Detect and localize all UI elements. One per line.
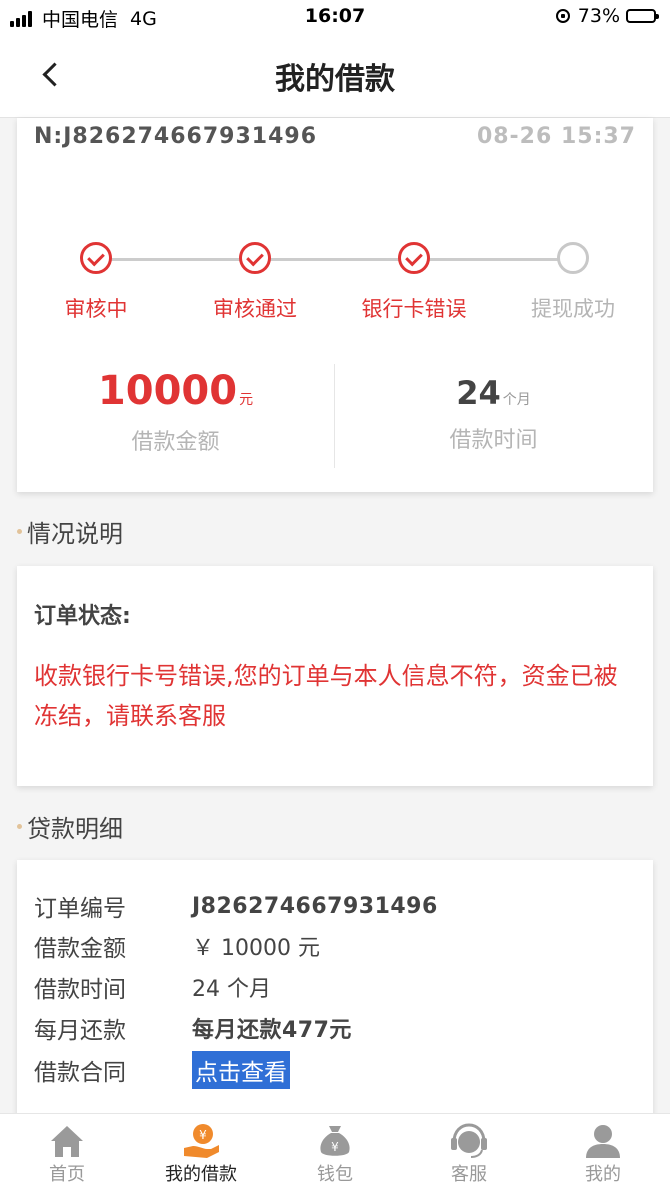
detail-card: 订单编号 J826274667931496 借款金额 ￥ 10000 元 借款时… bbox=[17, 860, 653, 1120]
status-card: 订单状态: 收款银行卡号错误,您的订单与本人信息不符，资金已被冻结，请联系客服 bbox=[17, 566, 653, 786]
detail-key: 每月还款 bbox=[34, 1018, 126, 1044]
tab-label: 钱包 bbox=[317, 1164, 353, 1185]
support-icon bbox=[451, 1123, 487, 1158]
detail-key: 借款合同 bbox=[34, 1060, 126, 1086]
view-contract-link[interactable]: 点击查看 bbox=[192, 1051, 290, 1089]
progress-line bbox=[96, 258, 573, 261]
status-bar: 中国电信 4G 16:07 73% bbox=[0, 0, 670, 32]
tab-label: 首页 bbox=[49, 1164, 85, 1185]
detail-value: 每月还款477元 bbox=[192, 1018, 352, 1043]
step-label: 审核中 bbox=[64, 297, 128, 321]
battery-percent: 73% bbox=[577, 5, 620, 27]
step-check-icon bbox=[398, 242, 430, 274]
detail-row: 每月还款 每月还款477元 bbox=[34, 1008, 352, 1048]
home-icon bbox=[51, 1126, 83, 1157]
tab-wallet[interactable]: ¥ 钱包 bbox=[268, 1114, 402, 1192]
section-title-situation: 情况说明 bbox=[17, 514, 123, 549]
section-title-details: 贷款明细 bbox=[17, 809, 123, 844]
page-title: 我的借款 bbox=[275, 62, 395, 97]
svg-text:¥: ¥ bbox=[199, 1128, 207, 1142]
tab-bar: 首页 ¥ 我的借款 ¥ 钱包 客服 我的 bbox=[0, 1113, 670, 1192]
detail-row: 借款合同 点击查看 bbox=[34, 1050, 290, 1090]
tab-label: 客服 bbox=[451, 1164, 487, 1185]
detail-key: 借款时间 bbox=[34, 977, 126, 1003]
detail-row: 订单编号 J826274667931496 bbox=[34, 886, 438, 926]
step-label: 提现成功 bbox=[531, 297, 615, 321]
loan-duration: 24 个月 借款时间 bbox=[335, 374, 652, 454]
detail-key: 订单编号 bbox=[34, 896, 126, 922]
detail-row: 借款金额 ￥ 10000 元 bbox=[34, 926, 320, 966]
orientation-lock-icon bbox=[555, 9, 570, 23]
tab-label: 我的借款 bbox=[165, 1164, 237, 1185]
loan-amount: 10000 元 借款金额 bbox=[17, 368, 334, 456]
step-label: 银行卡错误 bbox=[361, 297, 467, 321]
loan-duration-value: 24 bbox=[456, 374, 501, 412]
svg-text:¥: ¥ bbox=[331, 1140, 339, 1154]
step-check-icon bbox=[239, 242, 271, 274]
step-pending-icon bbox=[557, 242, 589, 274]
detail-value: 24 个月 bbox=[192, 977, 271, 1002]
battery-icon bbox=[626, 9, 659, 23]
user-icon bbox=[586, 1125, 620, 1158]
detail-value: ￥ 10000 元 bbox=[192, 936, 320, 961]
order-time: 08-26 15:37 bbox=[476, 124, 636, 149]
tab-support[interactable]: 客服 bbox=[402, 1114, 536, 1192]
tab-my-loans[interactable]: ¥ 我的借款 bbox=[134, 1114, 268, 1192]
bullet-icon bbox=[17, 823, 22, 829]
detail-key: 借款金额 bbox=[34, 936, 126, 962]
nav-bar: 我的借款 bbox=[0, 32, 670, 118]
loan-duration-label: 借款时间 bbox=[449, 428, 538, 453]
loan-amount-value: 10000 bbox=[97, 368, 238, 414]
step-label: 审核通过 bbox=[213, 297, 297, 321]
wallet-icon: ¥ bbox=[320, 1126, 350, 1156]
tab-label: 我的 bbox=[585, 1164, 621, 1185]
order-number: N:J826274667931496 bbox=[34, 124, 318, 149]
step-check-icon bbox=[80, 242, 112, 274]
loan-amount-unit: 元 bbox=[239, 392, 254, 408]
loan-duration-unit: 个月 bbox=[502, 392, 531, 408]
loan-amount-label: 借款金额 bbox=[131, 430, 220, 455]
order-status-text: 收款银行卡号错误,您的订单与本人信息不符，资金已被冻结，请联系客服 bbox=[34, 662, 618, 730]
bullet-icon bbox=[17, 528, 22, 534]
loan-icon: ¥ bbox=[184, 1124, 219, 1158]
tab-me[interactable]: 我的 bbox=[536, 1114, 670, 1192]
detail-row: 借款时间 24 个月 bbox=[34, 967, 271, 1007]
tab-home[interactable]: 首页 bbox=[0, 1114, 134, 1192]
order-card: N:J826274667931496 08-26 15:37 审核中 审核通过 … bbox=[17, 118, 653, 492]
detail-value: J826274667931496 bbox=[192, 893, 438, 919]
order-status-label: 订单状态: bbox=[34, 604, 131, 629]
